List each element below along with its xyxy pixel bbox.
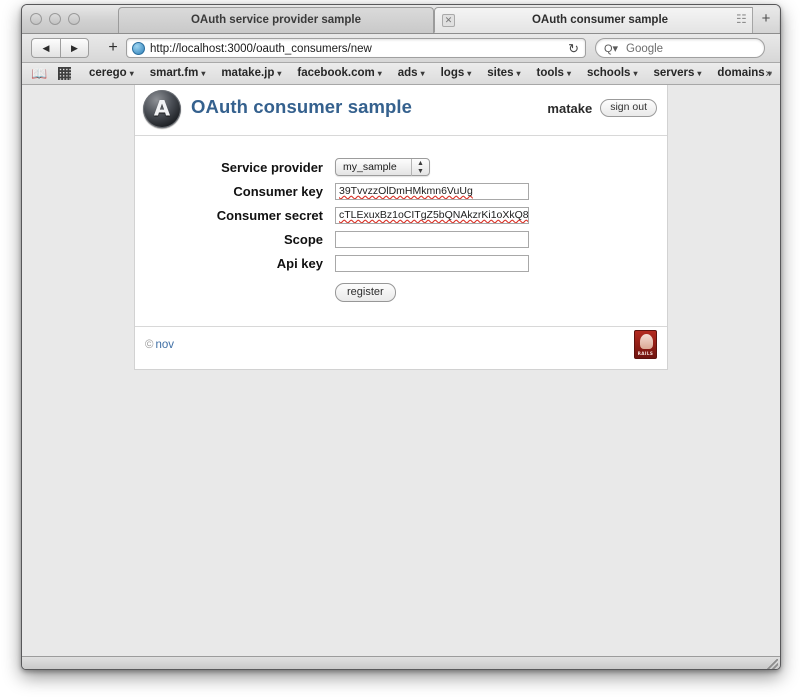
user-area: matake sign out	[547, 99, 657, 117]
username-label: matake	[547, 100, 593, 116]
select-value: my_sample	[343, 161, 397, 173]
copyright-text[interactable]: nov	[155, 339, 174, 351]
tab-oauth-service-provider-sample[interactable]: OAuth service provider sample	[118, 7, 434, 33]
chevron-down-icon: ▾	[129, 69, 134, 78]
forward-button[interactable]: ▶	[60, 38, 89, 58]
scope-input[interactable]	[335, 231, 529, 248]
consumer-key-input[interactable]: 39TvvzzOlDmHMkmn6VuUg	[335, 183, 529, 200]
chevron-down-icon: ▾	[277, 69, 282, 78]
tab-title: OAuth consumer sample	[531, 14, 669, 26]
bookmark-label: logs	[440, 67, 465, 79]
bookmark-label: tools	[536, 67, 564, 79]
rails-badge-icon[interactable]	[634, 330, 657, 359]
chevron-down-icon: ▾	[516, 69, 521, 78]
globe-icon	[132, 42, 145, 55]
address-bar-text: http://localhost:3000/oauth_consumers/ne…	[150, 43, 372, 55]
page-header: OAuth consumer sample matake sign out	[135, 85, 667, 136]
browser-window: OAuth service provider sample ✕ OAuth co…	[21, 4, 781, 670]
form-row-scope: Scope	[135, 231, 667, 248]
bookmark-label: domains	[717, 67, 765, 79]
chevron-down-icon: ▾	[201, 69, 206, 78]
bookmark-label: schools	[586, 67, 631, 79]
new-tab-button[interactable]: +	[752, 7, 779, 33]
bookmarks-bar: 📖 cerego ▾ smart.fm ▾ matake.jp ▾ facebook.…	[22, 63, 780, 85]
bookmark-label: servers	[653, 67, 695, 79]
chevron-down-icon: ▾	[633, 69, 638, 78]
field-label: Api key	[276, 256, 323, 271]
page-footer: © nov	[135, 327, 667, 369]
tab-overflow-icon[interactable]: ☷	[736, 13, 750, 25]
api-key-input[interactable]	[335, 255, 529, 272]
bookmark-label: cerego	[89, 67, 127, 79]
chevron-down-icon: ▾	[377, 69, 382, 78]
field-label: Consumer key	[233, 184, 323, 199]
address-bar[interactable]: http://localhost:3000/oauth_consumers/ne…	[126, 38, 586, 58]
window-bottom-bar	[22, 656, 780, 669]
close-icon[interactable]: ✕	[442, 14, 455, 27]
tab-oauth-consumer-sample[interactable]: ✕ OAuth consumer sample	[434, 7, 766, 33]
consumer-secret-input[interactable]: cTLExuxBz1oCITgZ5bQNAkzrKi1oXkQ8	[335, 207, 529, 224]
form-row-service-provider: Service provider my_sample ▲ ▼	[135, 158, 667, 176]
chevron-down-icon: ▾	[467, 69, 472, 78]
bookmark-item-logs[interactable]: logs ▾	[433, 63, 480, 84]
form-row-consumer-secret: Consumer secret cTLExuxBz1oCITgZ5bQNAkzr…	[135, 207, 667, 224]
field-label: Scope	[283, 232, 323, 247]
field-label: Consumer secret	[216, 208, 323, 223]
search-placeholder: Google	[626, 43, 664, 55]
bookmarks-overflow-icon[interactable]: »	[765, 65, 772, 82]
bookmark-label: sites	[487, 67, 514, 79]
content-viewport: OAuth consumer sample matake sign out Se…	[22, 85, 780, 656]
oauth-consumer-form: Service provider my_sample ▲ ▼ Consumer k…	[135, 136, 667, 327]
chevron-down-icon: ▾	[420, 69, 425, 78]
add-bookmark-button[interactable]: +	[102, 38, 124, 58]
bookmark-item-ads[interactable]: ads ▾	[390, 63, 433, 84]
reload-icon[interactable]: ↻	[568, 41, 579, 57]
resize-handle[interactable]	[767, 659, 778, 669]
bookmark-label: facebook.com	[297, 67, 375, 79]
copyright-icon: ©	[145, 339, 154, 351]
field-label: Service provider	[221, 159, 323, 175]
bookmark-item-matake-jp[interactable]: matake.jp ▾	[213, 63, 289, 84]
page-container: OAuth consumer sample matake sign out Se…	[134, 85, 668, 370]
grid-icon[interactable]	[58, 67, 71, 80]
stepper-arrows-icon[interactable]: ▲ ▼	[411, 159, 429, 176]
sign-out-button[interactable]: sign out	[600, 99, 657, 117]
oauth-logo-icon	[143, 90, 181, 128]
bookmark-item-sites[interactable]: sites ▾	[479, 63, 528, 84]
tab-bar: OAuth service provider sample ✕ OAuth co…	[22, 5, 780, 34]
copyright: © nov	[145, 339, 174, 351]
bookmark-item-smart-fm[interactable]: smart.fm ▾	[142, 63, 214, 84]
bookmark-item-facebook-com[interactable]: facebook.com ▾	[289, 63, 389, 84]
back-button[interactable]: ◀	[31, 38, 60, 58]
bookmark-label: matake.jp	[221, 67, 275, 79]
minimize-window-button[interactable]	[49, 13, 61, 25]
form-row-consumer-key: Consumer key 39TvvzzOlDmHMkmn6VuUg	[135, 183, 667, 200]
close-window-button[interactable]	[30, 13, 42, 25]
form-row-api-key: Api key	[135, 255, 667, 272]
service-provider-select[interactable]: my_sample ▲ ▼	[335, 158, 430, 176]
bookmark-item-cerego[interactable]: cerego ▾	[81, 63, 142, 84]
book-icon[interactable]: 📖	[31, 66, 47, 81]
chevron-down-icon: ▾	[566, 69, 571, 78]
bookmark-items: cerego ▾ smart.fm ▾ matake.jp ▾ facebook.co…	[81, 63, 780, 84]
chevron-down-icon: ▾	[697, 69, 702, 78]
register-button[interactable]: register	[335, 283, 396, 302]
bookmark-item-servers[interactable]: servers ▾	[645, 63, 709, 84]
search-input[interactable]: Q▾ Google	[595, 38, 765, 58]
zoom-window-button[interactable]	[68, 13, 80, 25]
form-submit-row: register	[135, 283, 667, 302]
bookmark-label: smart.fm	[149, 67, 199, 79]
page-title: OAuth consumer sample	[191, 96, 413, 117]
window-controls	[30, 13, 80, 25]
bookmark-label: ads	[397, 67, 418, 79]
bookmark-item-schools[interactable]: schools ▾	[579, 63, 645, 84]
navigation-toolbar: ◀ ▶ + http://localhost:3000/oauth_consum…	[22, 34, 780, 63]
search-icon: Q▾	[604, 43, 619, 55]
bookmark-item-tools[interactable]: tools ▾	[528, 63, 579, 84]
tab-title: OAuth service provider sample	[190, 14, 361, 26]
